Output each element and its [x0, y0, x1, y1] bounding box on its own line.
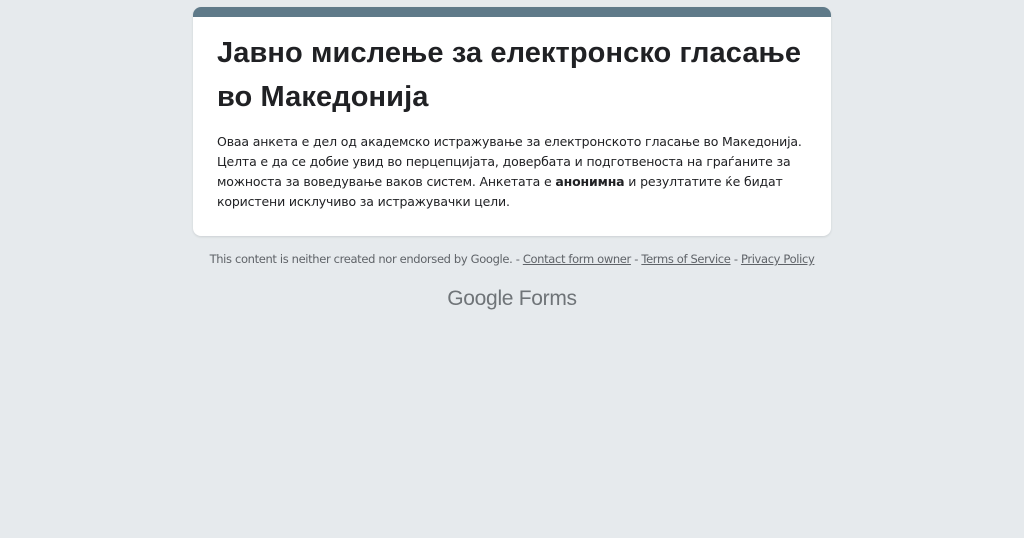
form-header-content: Јавно мислење за електронско гласање во …: [217, 31, 807, 212]
form-title: Јавно мислење за електронско гласање во …: [217, 37, 802, 113]
form-description-bold: анонимна: [555, 174, 625, 189]
form-accent-bar: [193, 7, 831, 17]
footer-separator: -: [730, 252, 741, 266]
google-wordmark: Google: [447, 287, 514, 310]
footer-separator: -: [630, 252, 642, 266]
footer-disclaimer: This content is neither created nor endo…: [209, 252, 523, 266]
form-description: Оваа анкета е дел од академско истражува…: [217, 132, 807, 212]
terms-of-service-link[interactable]: Terms of Service: [641, 252, 731, 266]
google-forms-logo[interactable]: Google Forms: [0, 287, 1024, 311]
form-footer: This content is neither created nor endo…: [0, 252, 1024, 266]
privacy-policy-link[interactable]: Privacy Policy: [741, 252, 815, 266]
form-header-card: Јавно мислење за електронско гласање во …: [193, 7, 831, 236]
contact-form-owner-link[interactable]: Contact form owner: [523, 252, 631, 266]
forms-wordmark: Forms: [518, 287, 577, 310]
